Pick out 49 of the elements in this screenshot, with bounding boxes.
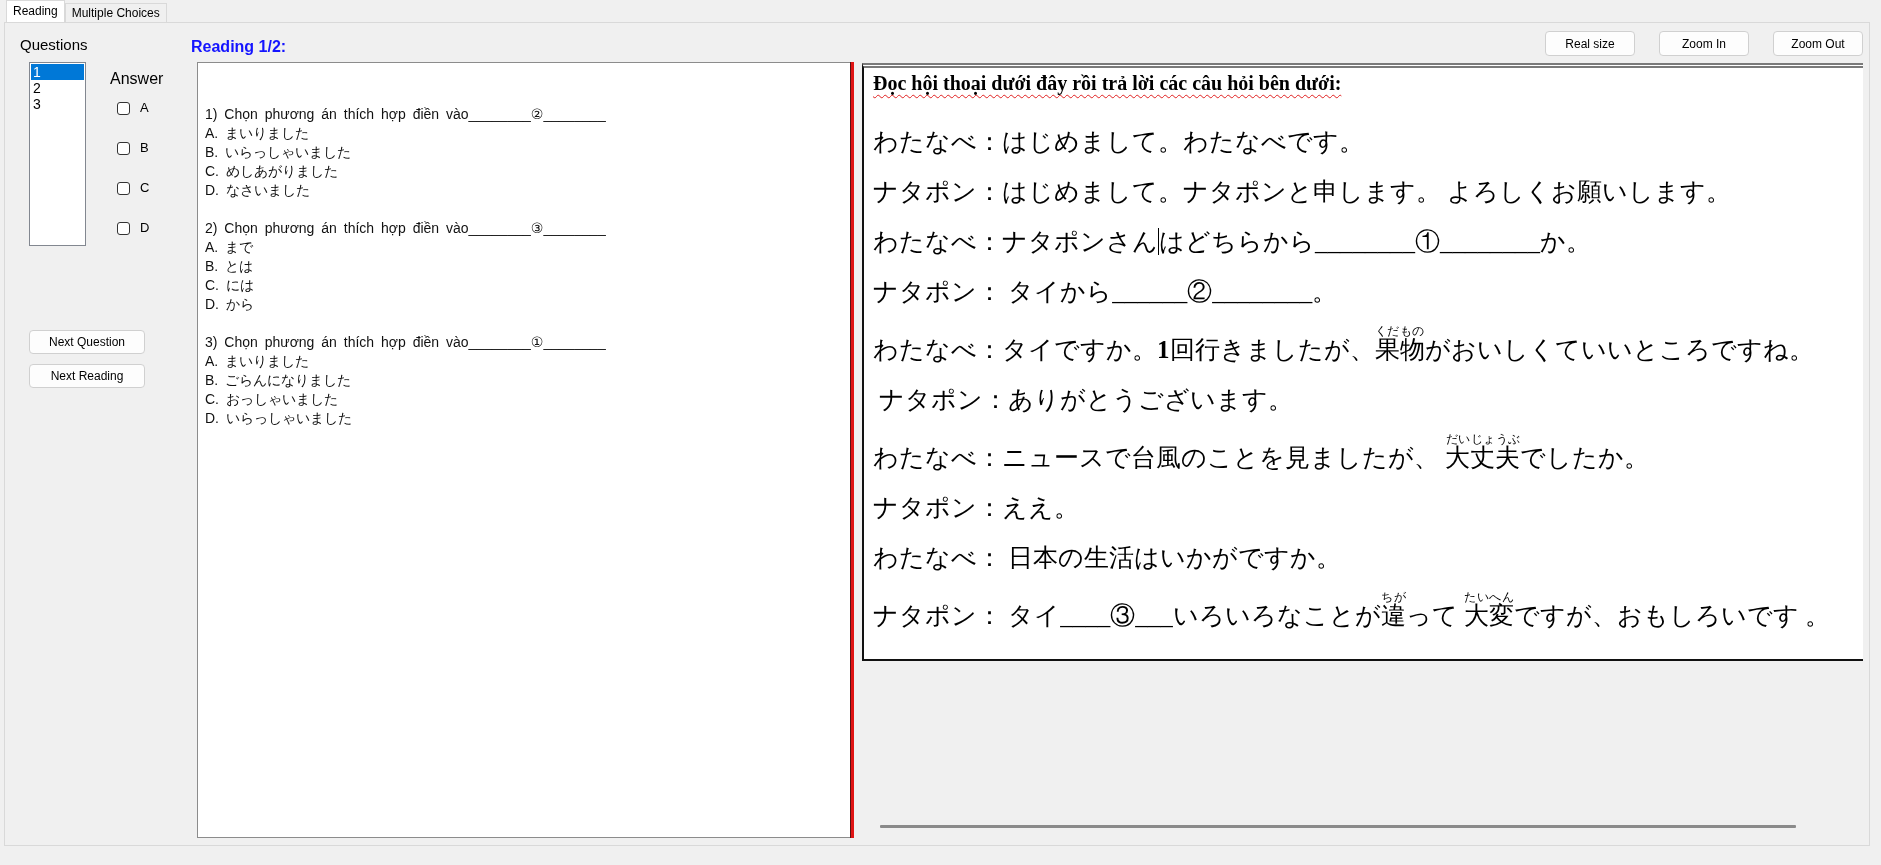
dialogue-line: ナタポン：はじめまして。ナタポンと申します。 よろしくお願いします。 <box>873 177 1732 207</box>
answer-option: C. には <box>205 276 254 295</box>
dialogue-line: わたなべ：ニュースで台風のことを見ましたが、 大丈夫 だいじょうぶ でしたか。 <box>873 433 1650 473</box>
answer-option: A. まで <box>205 238 254 257</box>
checkbox[interactable] <box>117 221 130 235</box>
splitter-bar[interactable] <box>850 62 854 838</box>
dialogue-line: わたなべ：ナタポンさんはどちらから________①________か。 <box>873 227 1591 257</box>
dialogue-line: ナタポン：ありがとうございます。 <box>878 385 1294 415</box>
passage-title: Đọc hội thoại dưới đây rồi trả lời các câu hỏi bên dưới: <box>873 71 1342 95</box>
tab[interactable]: Multiple Choices <box>64 3 167 22</box>
answer-option: B. いらっしゃいました <box>205 143 352 162</box>
answer-option: D. いらっしゃいました <box>205 409 352 428</box>
checkbox-label[interactable]: C <box>140 180 150 196</box>
question-list-item[interactable]: 1 <box>31 64 84 80</box>
questions-label: Questions <box>20 36 88 54</box>
dialogue-line: ナタポン： タイ____③___いろいろなことが違 ちが って 大変 たいへん ですが、おもしろいです 。 <box>873 591 1831 631</box>
zoom-in-button[interactable]: Zoom In <box>1659 31 1749 56</box>
answer-option: B. ごらんになりました <box>205 371 352 390</box>
reading-heading: Reading 1/2: <box>191 38 287 56</box>
question-prompt: 3) Chọn phương án thích hợp điền vào________①________ <box>205 333 606 352</box>
question-prompt: 2) Chọn phương án thích hợp điền vào________③________ <box>205 219 606 238</box>
dialogue-line: わたなべ：タイですか。1回行きましたが、果物 くだもの がおいしくていいところですね。 <box>873 325 1814 365</box>
question-prompt: 1) Chọn phương án thích hợp điền vào________②________ <box>205 105 606 124</box>
next-reading-button[interactable]: Next Reading <box>29 364 145 388</box>
checkbox[interactable] <box>117 141 130 155</box>
answer-option: B. とは <box>205 257 254 276</box>
answer-option: C. めしあがりました <box>205 162 338 181</box>
answer-option: D. なさいました <box>205 181 310 200</box>
answer-option: A. まいりました <box>205 352 310 371</box>
real-size-button[interactable]: Real size <box>1545 31 1635 56</box>
next-question-button[interactable]: Next Question <box>29 330 145 354</box>
dialogue-line: わたなべ：はじめまして。わたなべです。 <box>873 127 1364 157</box>
dialogue-line: わたなべ： 日本の生活はいかがですか。 <box>873 543 1342 573</box>
dialogue-line: ナタポン： タイから______②________。 <box>873 277 1338 307</box>
checkbox[interactable] <box>117 181 130 195</box>
answer-option: C. おっしゃいました <box>205 390 338 409</box>
question-list-item[interactable]: 2 <box>31 80 84 96</box>
question-list-item[interactable]: 3 <box>31 96 84 112</box>
scrollbar-thumb[interactable] <box>880 825 1796 828</box>
checkbox-label[interactable]: D <box>140 220 150 236</box>
answer-option: D. から <box>205 295 254 314</box>
answer-label: Answer <box>110 70 164 88</box>
checkbox-label[interactable]: B <box>140 140 149 156</box>
checkbox[interactable] <box>117 101 130 115</box>
answer-option: A. まいりました <box>205 124 310 143</box>
checkbox-label[interactable]: A <box>140 100 149 116</box>
zoom-out-button[interactable]: Zoom Out <box>1773 31 1863 56</box>
dialogue-line: ナタポン：ええ。 <box>873 493 1079 523</box>
tab[interactable]: Reading <box>6 0 65 22</box>
